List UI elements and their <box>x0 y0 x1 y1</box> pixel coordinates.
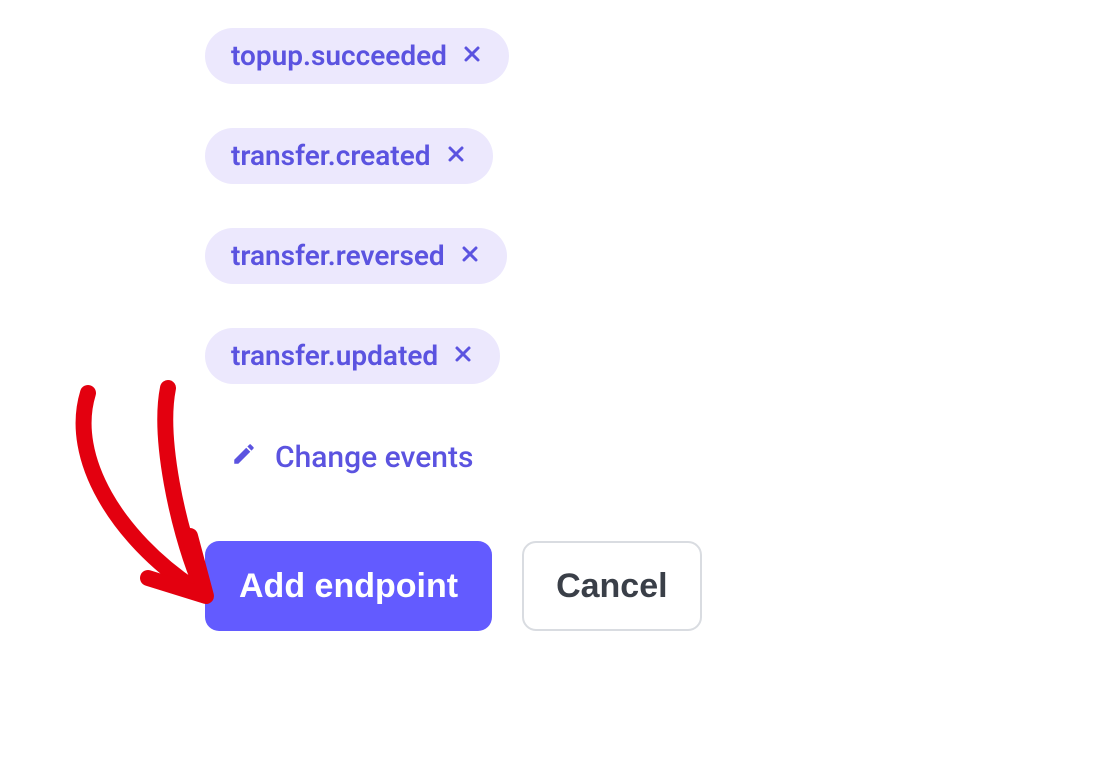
pencil-icon <box>231 440 257 475</box>
change-events-label: Change events <box>275 440 473 475</box>
event-chip: topup.succeeded <box>205 28 509 84</box>
cancel-button[interactable]: Cancel <box>522 541 702 631</box>
close-icon <box>463 45 481 67</box>
event-chip: transfer.reversed <box>205 228 507 284</box>
close-icon <box>447 145 465 167</box>
event-chip-label: transfer.created <box>231 142 431 170</box>
event-chip-label: topup.succeeded <box>231 42 447 70</box>
remove-event-button[interactable] <box>445 143 467 169</box>
event-chip-label: transfer.reversed <box>231 242 445 270</box>
event-chip: transfer.created <box>205 128 493 184</box>
remove-event-button[interactable] <box>461 43 483 69</box>
webhook-events-panel: topup.succeeded transfer.created transfe… <box>205 28 702 631</box>
event-chip: transfer.updated <box>205 328 500 384</box>
event-chip-list: topup.succeeded transfer.created transfe… <box>205 28 509 384</box>
remove-event-button[interactable] <box>459 243 481 269</box>
action-buttons: Add endpoint Cancel <box>205 541 702 631</box>
close-icon <box>454 345 472 367</box>
event-chip-label: transfer.updated <box>231 342 438 370</box>
change-events-link[interactable]: Change events <box>231 440 473 475</box>
add-endpoint-button[interactable]: Add endpoint <box>205 541 492 631</box>
close-icon <box>461 245 479 267</box>
remove-event-button[interactable] <box>452 343 474 369</box>
